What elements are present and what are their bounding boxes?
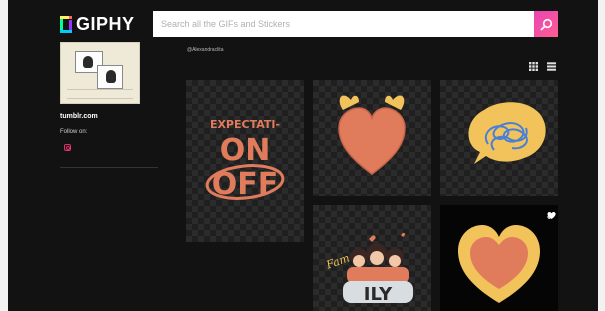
list-view-icon[interactable] [546,61,556,71]
giphy-page: GIPHY tumblr.com Follow on: @Alexandracl… [8,0,598,311]
search-button[interactable] [534,11,558,37]
search-input[interactable] [153,11,534,37]
giphy-logo-icon [60,15,72,33]
logo-text: GIPHY [76,14,135,34]
search-bar [153,11,534,37]
follow-on-label: Follow on: [60,129,88,135]
sticker-text-on: ON [220,133,271,168]
sticker-yellow-heart[interactable] [440,205,558,311]
sticker-winged-heart[interactable] [313,80,431,196]
channel-username: @Alexandraclita [187,47,224,53]
instagram-icon[interactable] [64,144,71,151]
sticker-text-off: OFF [212,167,279,202]
sticker-family-ily[interactable]: Fam ILY [313,205,431,311]
sticker-text-fam: Fam [324,251,352,272]
giphy-logo[interactable]: GIPHY [60,14,135,34]
sticker-text-ily: ILY [364,284,393,305]
sticker-text-expectation: EXPECTATI- [210,118,280,131]
sticker-scribble-bubble[interactable] [440,80,558,196]
grid-view-icon[interactable] [528,61,538,71]
search-icon [540,18,552,30]
sidebar-divider [60,167,158,168]
channel-avatar[interactable] [60,42,140,104]
channel-website-link[interactable]: tumblr.com [60,113,98,120]
sticker-expectation-on-off[interactable]: EXPECTATI- ON OFF [186,80,304,242]
